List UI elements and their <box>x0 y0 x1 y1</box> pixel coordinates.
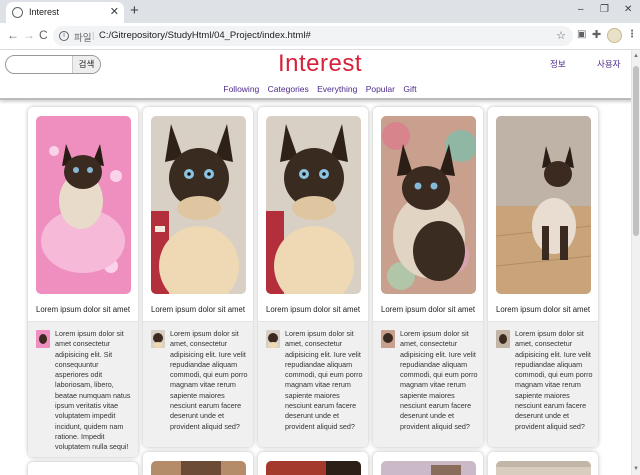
cat-photo[interactable] <box>381 461 476 475</box>
card-feed: Lorem ipsum dolor sit amet Lorem ipsum d… <box>28 107 610 475</box>
card-body: Lorem ipsum dolor sit amet, consectetur … <box>258 322 368 447</box>
author-avatar[interactable] <box>36 330 50 348</box>
browser-tab[interactable]: Interest ✕ <box>6 2 124 23</box>
card-body: Lorem ipsum dolor sit amet consectetur a… <box>28 322 138 457</box>
cat-photo[interactable] <box>381 116 476 294</box>
nav-categories[interactable]: Categories <box>268 84 309 94</box>
cat-photo[interactable] <box>496 116 591 294</box>
browser-tab-bar: Interest ✕ + – ❐ ✕ <box>0 0 640 23</box>
tab-close-icon[interactable]: ✕ <box>110 5 119 18</box>
browser-toolbar: ← → C i 파일 | C:/Gitrepository/StudyHtml/… <box>0 23 640 50</box>
profile-avatar[interactable] <box>607 28 622 43</box>
back-icon[interactable]: ← <box>7 28 19 42</box>
author-avatar[interactable] <box>496 330 510 348</box>
card-title: Lorem ipsum dolor sit amet <box>496 305 591 314</box>
scroll-down-icon[interactable]: ▼ <box>633 466 639 472</box>
cat-photo[interactable] <box>151 116 246 294</box>
card-body: Lorem ipsum dolor sit amet, consectetur … <box>143 322 253 447</box>
page-scrollbar[interactable]: ▲ ▼ <box>631 50 640 475</box>
page-viewport: 검색 Interest 정보 사용자 Following Categories … <box>0 50 640 475</box>
url-text[interactable]: C:/Gitrepository/StudyHtml/04_Project/in… <box>99 30 311 41</box>
card-title: Lorem ipsum dolor sit amet <box>266 305 361 314</box>
card-title: Lorem ipsum dolor sit amet <box>381 305 476 314</box>
scroll-thumb[interactable] <box>633 66 639 236</box>
card-description: Lorem ipsum dolor sit amet, consectetur … <box>400 329 478 431</box>
author-avatar[interactable] <box>266 330 280 348</box>
scheme-label: 파일 <box>74 33 92 44</box>
nav-popular[interactable]: Popular <box>366 84 395 94</box>
info-link[interactable]: 정보 <box>550 58 566 70</box>
cat-photo[interactable] <box>266 116 361 294</box>
search-input[interactable] <box>10 58 74 71</box>
site-header: 검색 Interest 정보 사용자 Following Categories … <box>0 50 640 100</box>
post-card-partial[interactable] <box>373 452 483 475</box>
card-description: Lorem ipsum dolor sit amet consectetur a… <box>55 329 131 452</box>
cast-icon[interactable]: ▣ <box>577 29 586 41</box>
card-description: Lorem ipsum dolor sit amet, consectetur … <box>515 329 593 431</box>
card-title: Lorem ipsum dolor sit amet <box>151 305 246 314</box>
user-link[interactable]: 사용자 <box>597 58 620 70</box>
bookmark-star-icon[interactable]: ☆ <box>556 29 566 42</box>
search-button[interactable]: 검색 <box>72 56 100 73</box>
post-card[interactable]: Lorem ipsum dolor sit amet Lorem ipsum d… <box>28 107 138 457</box>
card-description: Lorem ipsum dolor sit amet, consectetur … <box>170 329 248 431</box>
post-card[interactable]: Lorem ipsum dolor sit amet Lorem ipsum d… <box>488 107 598 447</box>
site-logo[interactable]: Interest <box>250 50 390 78</box>
nav-following[interactable]: Following <box>223 84 259 94</box>
menu-kebab-icon[interactable]: ⋮ <box>627 29 637 41</box>
tab-title: Interest <box>29 7 60 17</box>
card-title: Lorem ipsum dolor sit amet <box>36 305 131 314</box>
card-body: Lorem ipsum dolor sit amet, consectetur … <box>373 322 483 447</box>
extensions-icon[interactable]: ✚ <box>592 29 601 41</box>
separator: | <box>92 30 95 41</box>
cat-photo[interactable] <box>36 116 131 294</box>
post-card-partial[interactable] <box>488 452 598 475</box>
minimize-icon[interactable]: – <box>578 4 584 15</box>
cat-photo[interactable] <box>496 461 591 475</box>
post-card-partial[interactable] <box>28 462 138 475</box>
post-card-partial[interactable] <box>143 452 253 475</box>
reload-icon[interactable]: C <box>39 28 48 42</box>
close-window-icon[interactable]: ✕ <box>624 4 632 15</box>
post-card[interactable]: Lorem ipsum dolor sit amet Lorem ipsum d… <box>258 107 368 447</box>
author-avatar[interactable] <box>381 330 395 348</box>
author-avatar[interactable] <box>151 330 165 348</box>
post-card[interactable]: Lorem ipsum dolor sit amet Lorem ipsum d… <box>143 107 253 447</box>
nav-gift[interactable]: Gift <box>403 84 416 94</box>
post-card-partial[interactable] <box>258 452 368 475</box>
cat-photo[interactable] <box>266 461 361 475</box>
globe-icon <box>12 7 23 18</box>
nav-everything[interactable]: Everything <box>317 84 357 94</box>
category-nav: Following Categories Everything Popular … <box>0 84 640 94</box>
search-box: 검색 <box>5 55 101 74</box>
scroll-up-icon[interactable]: ▲ <box>633 53 639 59</box>
post-card[interactable]: Lorem ipsum dolor sit amet Lorem ipsum d… <box>373 107 483 447</box>
cat-photo[interactable] <box>151 461 246 475</box>
restore-icon[interactable]: ❐ <box>600 4 609 15</box>
forward-icon[interactable]: → <box>23 28 35 42</box>
card-description: Lorem ipsum dolor sit amet, consectetur … <box>285 329 363 431</box>
new-tab-button[interactable]: + <box>130 3 139 18</box>
card-body: Lorem ipsum dolor sit amet, consectetur … <box>488 322 598 447</box>
address-bar[interactable]: i 파일 | C:/Gitrepository/StudyHtml/04_Pro… <box>53 26 573 46</box>
info-icon[interactable]: i <box>59 31 69 41</box>
